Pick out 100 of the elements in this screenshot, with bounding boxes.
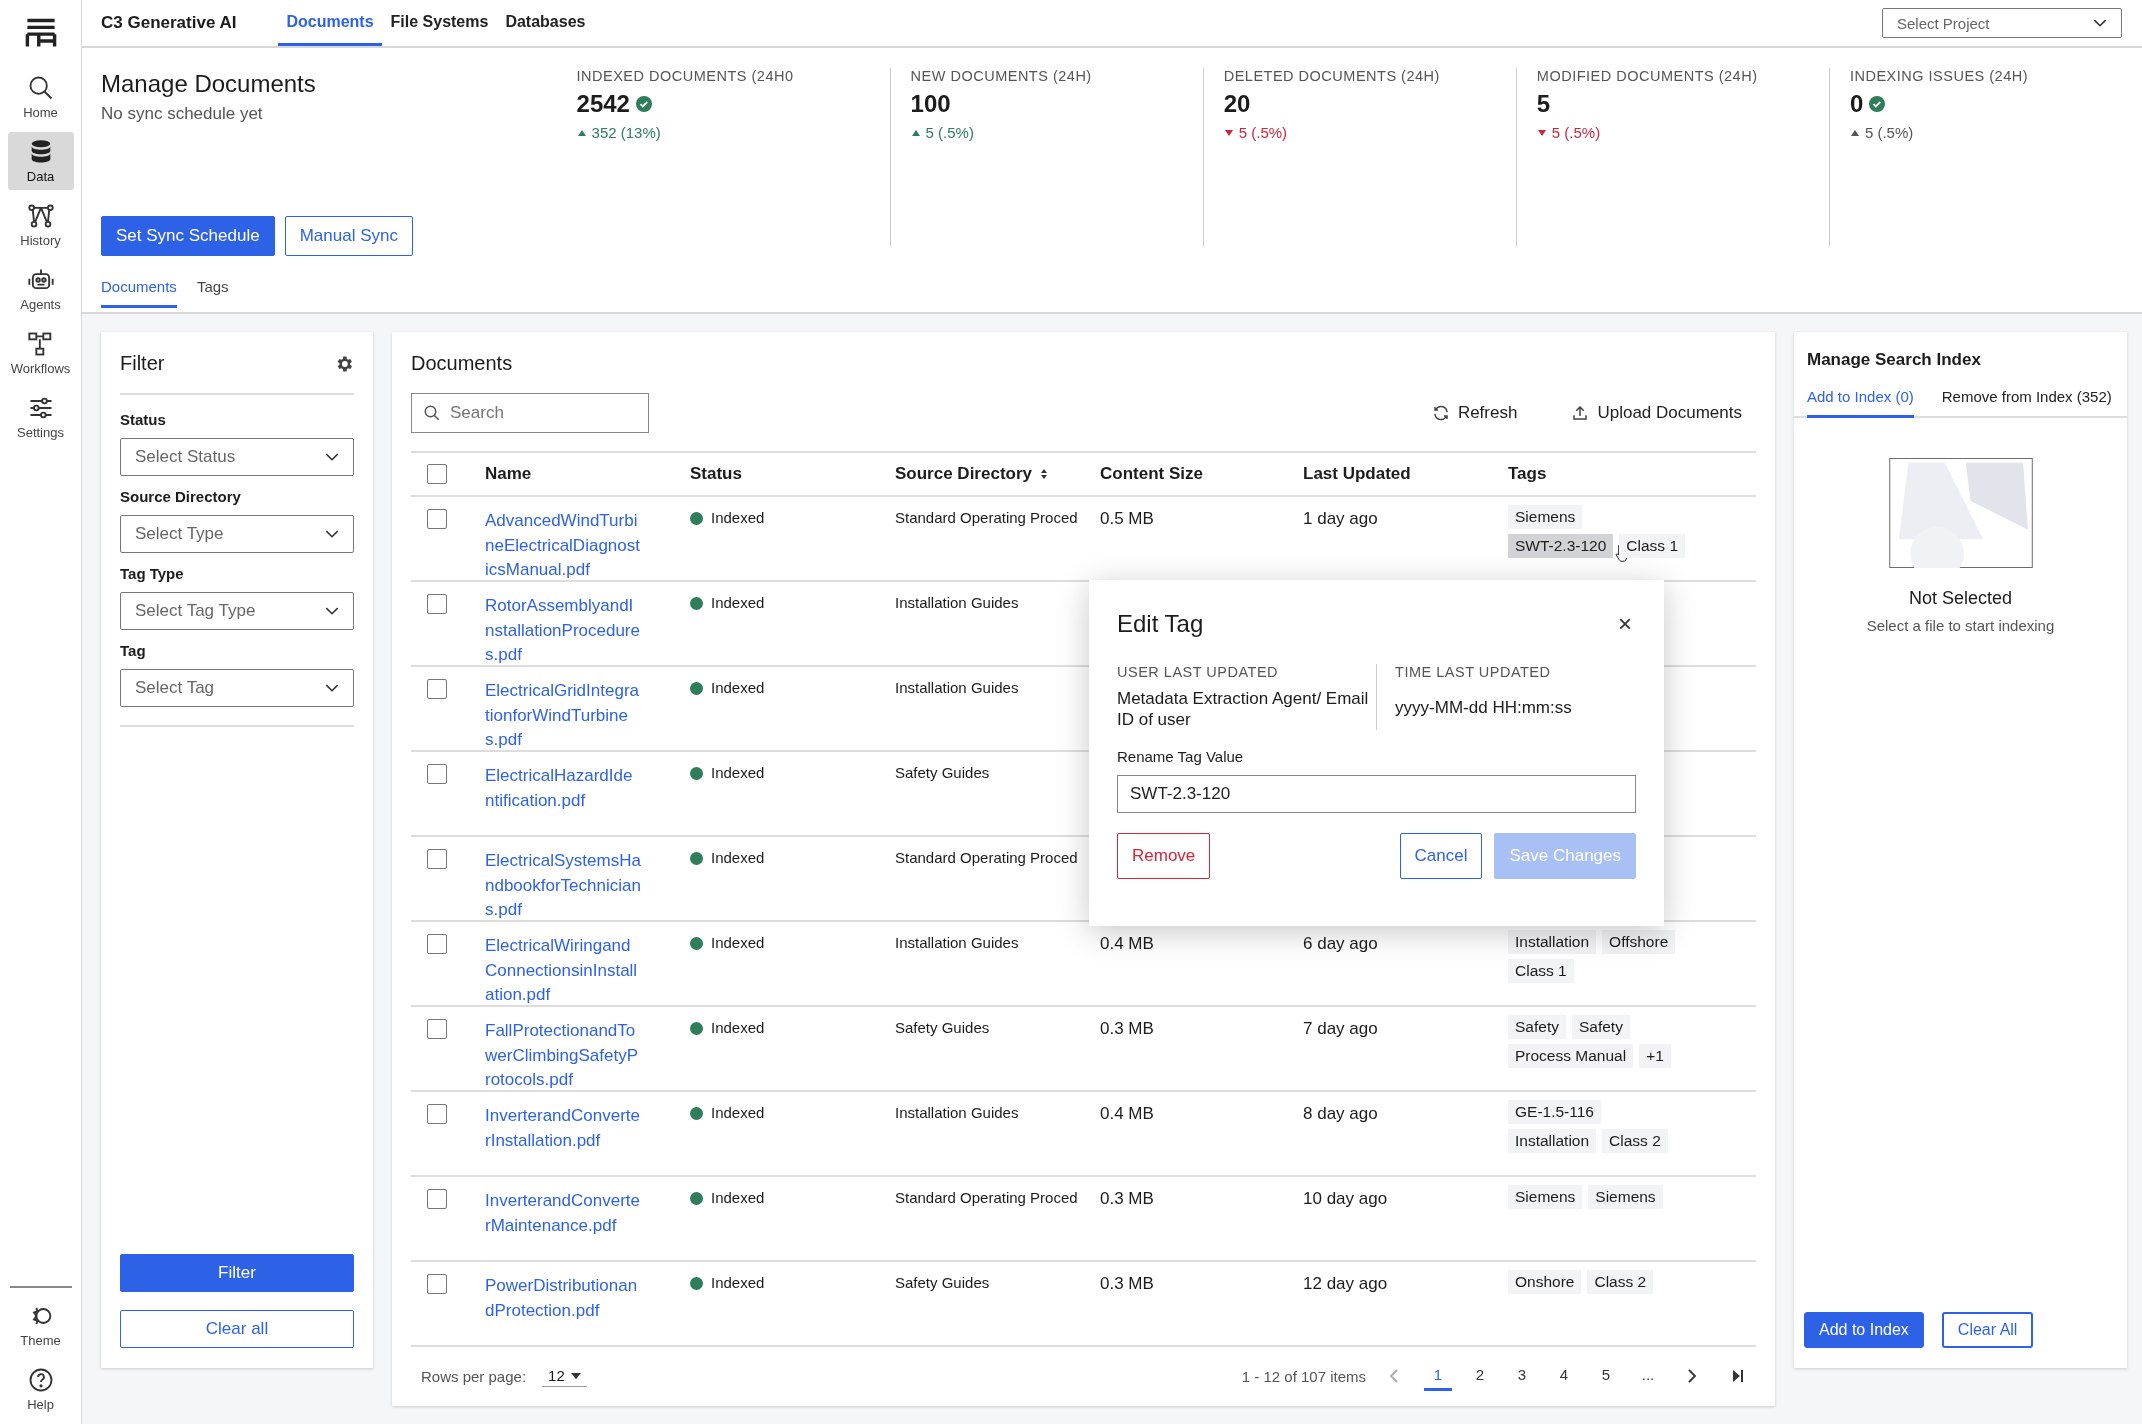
last-updated: 7 day ago <box>1303 1019 1378 1039</box>
tag-chip[interactable]: Safety <box>1508 1015 1566 1039</box>
row-checkbox[interactable] <box>427 934 447 954</box>
select-field[interactable]: Select Status <box>120 438 354 476</box>
nav-item[interactable]: Theme <box>7 1296 74 1354</box>
page-button[interactable]: 1 <box>1424 1361 1452 1391</box>
manual-sync-button[interactable]: Manual Sync <box>284 216 413 256</box>
next-page-icon[interactable] <box>1686 1368 1698 1384</box>
tag-chip[interactable]: Offshore <box>1602 930 1676 954</box>
rows-per-page-select[interactable]: 12 <box>542 1365 587 1387</box>
row-checkbox[interactable] <box>427 1019 447 1039</box>
tag-chip[interactable]: Siemens <box>1508 505 1583 529</box>
refresh-button[interactable]: Refresh <box>1431 403 1518 423</box>
tag-chip[interactable]: Siemens <box>1588 1185 1663 1209</box>
last-page-icon[interactable] <box>1732 1368 1744 1384</box>
file-link[interactable]: ElectricalHazardIdentification.pdf <box>485 764 641 813</box>
tag-chip[interactable]: Onshore <box>1508 1270 1582 1294</box>
file-link[interactable]: InverterandConverterInstallation.pdf <box>485 1104 641 1153</box>
row-checkbox[interactable] <box>427 679 447 699</box>
sort-icon[interactable] <box>1040 468 1048 480</box>
file-link[interactable]: ElectricalSystemsHandbookforTechnicians.pdf <box>485 849 641 923</box>
refresh-icon[interactable] <box>1431 404 1450 422</box>
status-dot-icon <box>690 767 703 780</box>
top-tab[interactable]: Databases <box>497 0 594 46</box>
tag-chip[interactable]: Installation <box>1508 930 1597 954</box>
row-checkbox[interactable] <box>427 849 447 869</box>
clear-all-button[interactable]: Clear All <box>1941 1312 2034 1348</box>
row-checkbox[interactable] <box>427 764 447 784</box>
column-header[interactable]: Tags <box>1508 464 1547 484</box>
column-header[interactable]: Last Updated <box>1303 464 1411 484</box>
nav-item[interactable]: Workflows <box>7 324 74 382</box>
clear-all-button[interactable]: Clear all <box>120 1310 354 1348</box>
project-select[interactable]: Select Project <box>1882 8 2122 38</box>
tag-chip[interactable]: Class 1 <box>1619 534 1685 558</box>
status-text: Indexed <box>711 1189 765 1206</box>
field-label: Tag <box>120 642 147 659</box>
tag-chip[interactable]: Installation <box>1508 1129 1597 1153</box>
row-checkbox[interactable] <box>427 509 447 529</box>
nav-item[interactable]: History <box>7 196 74 254</box>
select-field[interactable]: Select Tag <box>120 669 354 707</box>
page-button[interactable]: ... <box>1634 1361 1662 1391</box>
app-title: C3 Generative AI <box>101 13 237 33</box>
add-to-index-button[interactable]: Add to Index <box>1804 1312 1924 1348</box>
status-dot-icon <box>690 597 703 610</box>
chevron-down-icon[interactable] <box>2093 18 2107 28</box>
chevron-down-icon[interactable] <box>325 606 339 616</box>
column-header[interactable]: Source Directory <box>895 464 1032 484</box>
nav-item[interactable]: Settings <box>7 388 74 446</box>
page-button[interactable]: 2 <box>1466 1361 1494 1391</box>
file-link[interactable]: InverterandConverterMaintenance.pdf <box>485 1189 641 1238</box>
select-all-checkbox[interactable] <box>427 464 447 484</box>
page-tab[interactable]: Documents <box>101 270 177 308</box>
top-tab[interactable]: File Systems <box>382 0 497 46</box>
cancel-button[interactable]: Cancel <box>1399 833 1483 879</box>
file-link[interactable]: AdvancedWindTurbineElectricalDiagnosticsManual.pdf <box>485 509 641 583</box>
upload-icon[interactable] <box>1571 404 1590 422</box>
set-sync-schedule-button[interactable]: Set Sync Schedule <box>101 216 275 256</box>
row-checkbox[interactable] <box>427 594 447 614</box>
column-header[interactable]: Content Size <box>1100 464 1203 484</box>
tag-value-field[interactable]: SWT-2.3-120 <box>1117 775 1636 813</box>
tag-chip[interactable]: Process Manual <box>1508 1044 1634 1068</box>
network-icon[interactable] <box>26 202 55 230</box>
tag-chip[interactable]: Siemens <box>1508 1185 1583 1209</box>
index-tab[interactable]: Remove from Index (352) <box>1941 388 2112 418</box>
file-link[interactable]: ElectricalWiringandConnectionsinInstallation.pdf <box>485 934 641 1008</box>
file-link[interactable]: PowerDistributionandProtection.pdf <box>485 1274 641 1323</box>
nav-item[interactable]: Data <box>7 132 74 190</box>
caret-icon[interactable] <box>570 1372 581 1379</box>
page-tab[interactable]: Tags <box>196 270 229 308</box>
tag-chip[interactable]: +1 <box>1639 1044 1671 1068</box>
close-button[interactable]: × <box>1614 610 1636 638</box>
tag-chip[interactable]: Class 2 <box>1587 1270 1654 1294</box>
row-checkbox[interactable] <box>427 1104 447 1124</box>
tag-chip[interactable]: Safety <box>1571 1015 1630 1039</box>
page-button[interactable]: 4 <box>1550 1361 1578 1391</box>
index-tab[interactable]: Add to Index (0) <box>1807 388 1914 418</box>
select-field[interactable]: Select Type <box>120 515 354 553</box>
filter-button[interactable]: Filter <box>120 1254 354 1292</box>
tag-chip[interactable]: Class 2 <box>1602 1129 1668 1153</box>
remove-button[interactable]: Remove <box>1117 833 1211 879</box>
file-link[interactable]: FallProtectionandTowerClimbingSafetyProtocols.pdf <box>485 1019 641 1093</box>
chevron-down-icon[interactable] <box>325 683 339 693</box>
nav-item[interactable]: Help <box>7 1360 74 1418</box>
upload-documents-button[interactable]: Upload Documents <box>1571 403 1742 423</box>
search-field[interactable]: Search <box>411 393 649 433</box>
page-button[interactable]: 5 <box>1592 1361 1620 1391</box>
page-button[interactable]: 3 <box>1508 1361 1536 1391</box>
tag-chip[interactable]: Class 1 <box>1508 959 1574 983</box>
file-link[interactable]: RotorAssemblyandInstallationProcedures.pdf <box>485 594 641 668</box>
nav-item[interactable]: Home <box>7 68 74 126</box>
column-header[interactable]: Status <box>690 464 742 484</box>
chevron-down-icon[interactable] <box>325 529 339 539</box>
tag-chip[interactable]: GE-1.5-116 <box>1508 1100 1601 1124</box>
row-checkbox[interactable] <box>427 1274 447 1294</box>
row-checkbox[interactable] <box>427 1189 447 1209</box>
select-field[interactable]: Select Tag Type <box>120 592 354 630</box>
file-link[interactable]: ElectricalGridIntegrationforWindTurbines.pdf <box>485 679 641 753</box>
chevron-down-icon[interactable] <box>325 452 339 462</box>
column-header[interactable]: Name <box>485 464 532 484</box>
nav-item[interactable]: Agents <box>7 260 74 318</box>
